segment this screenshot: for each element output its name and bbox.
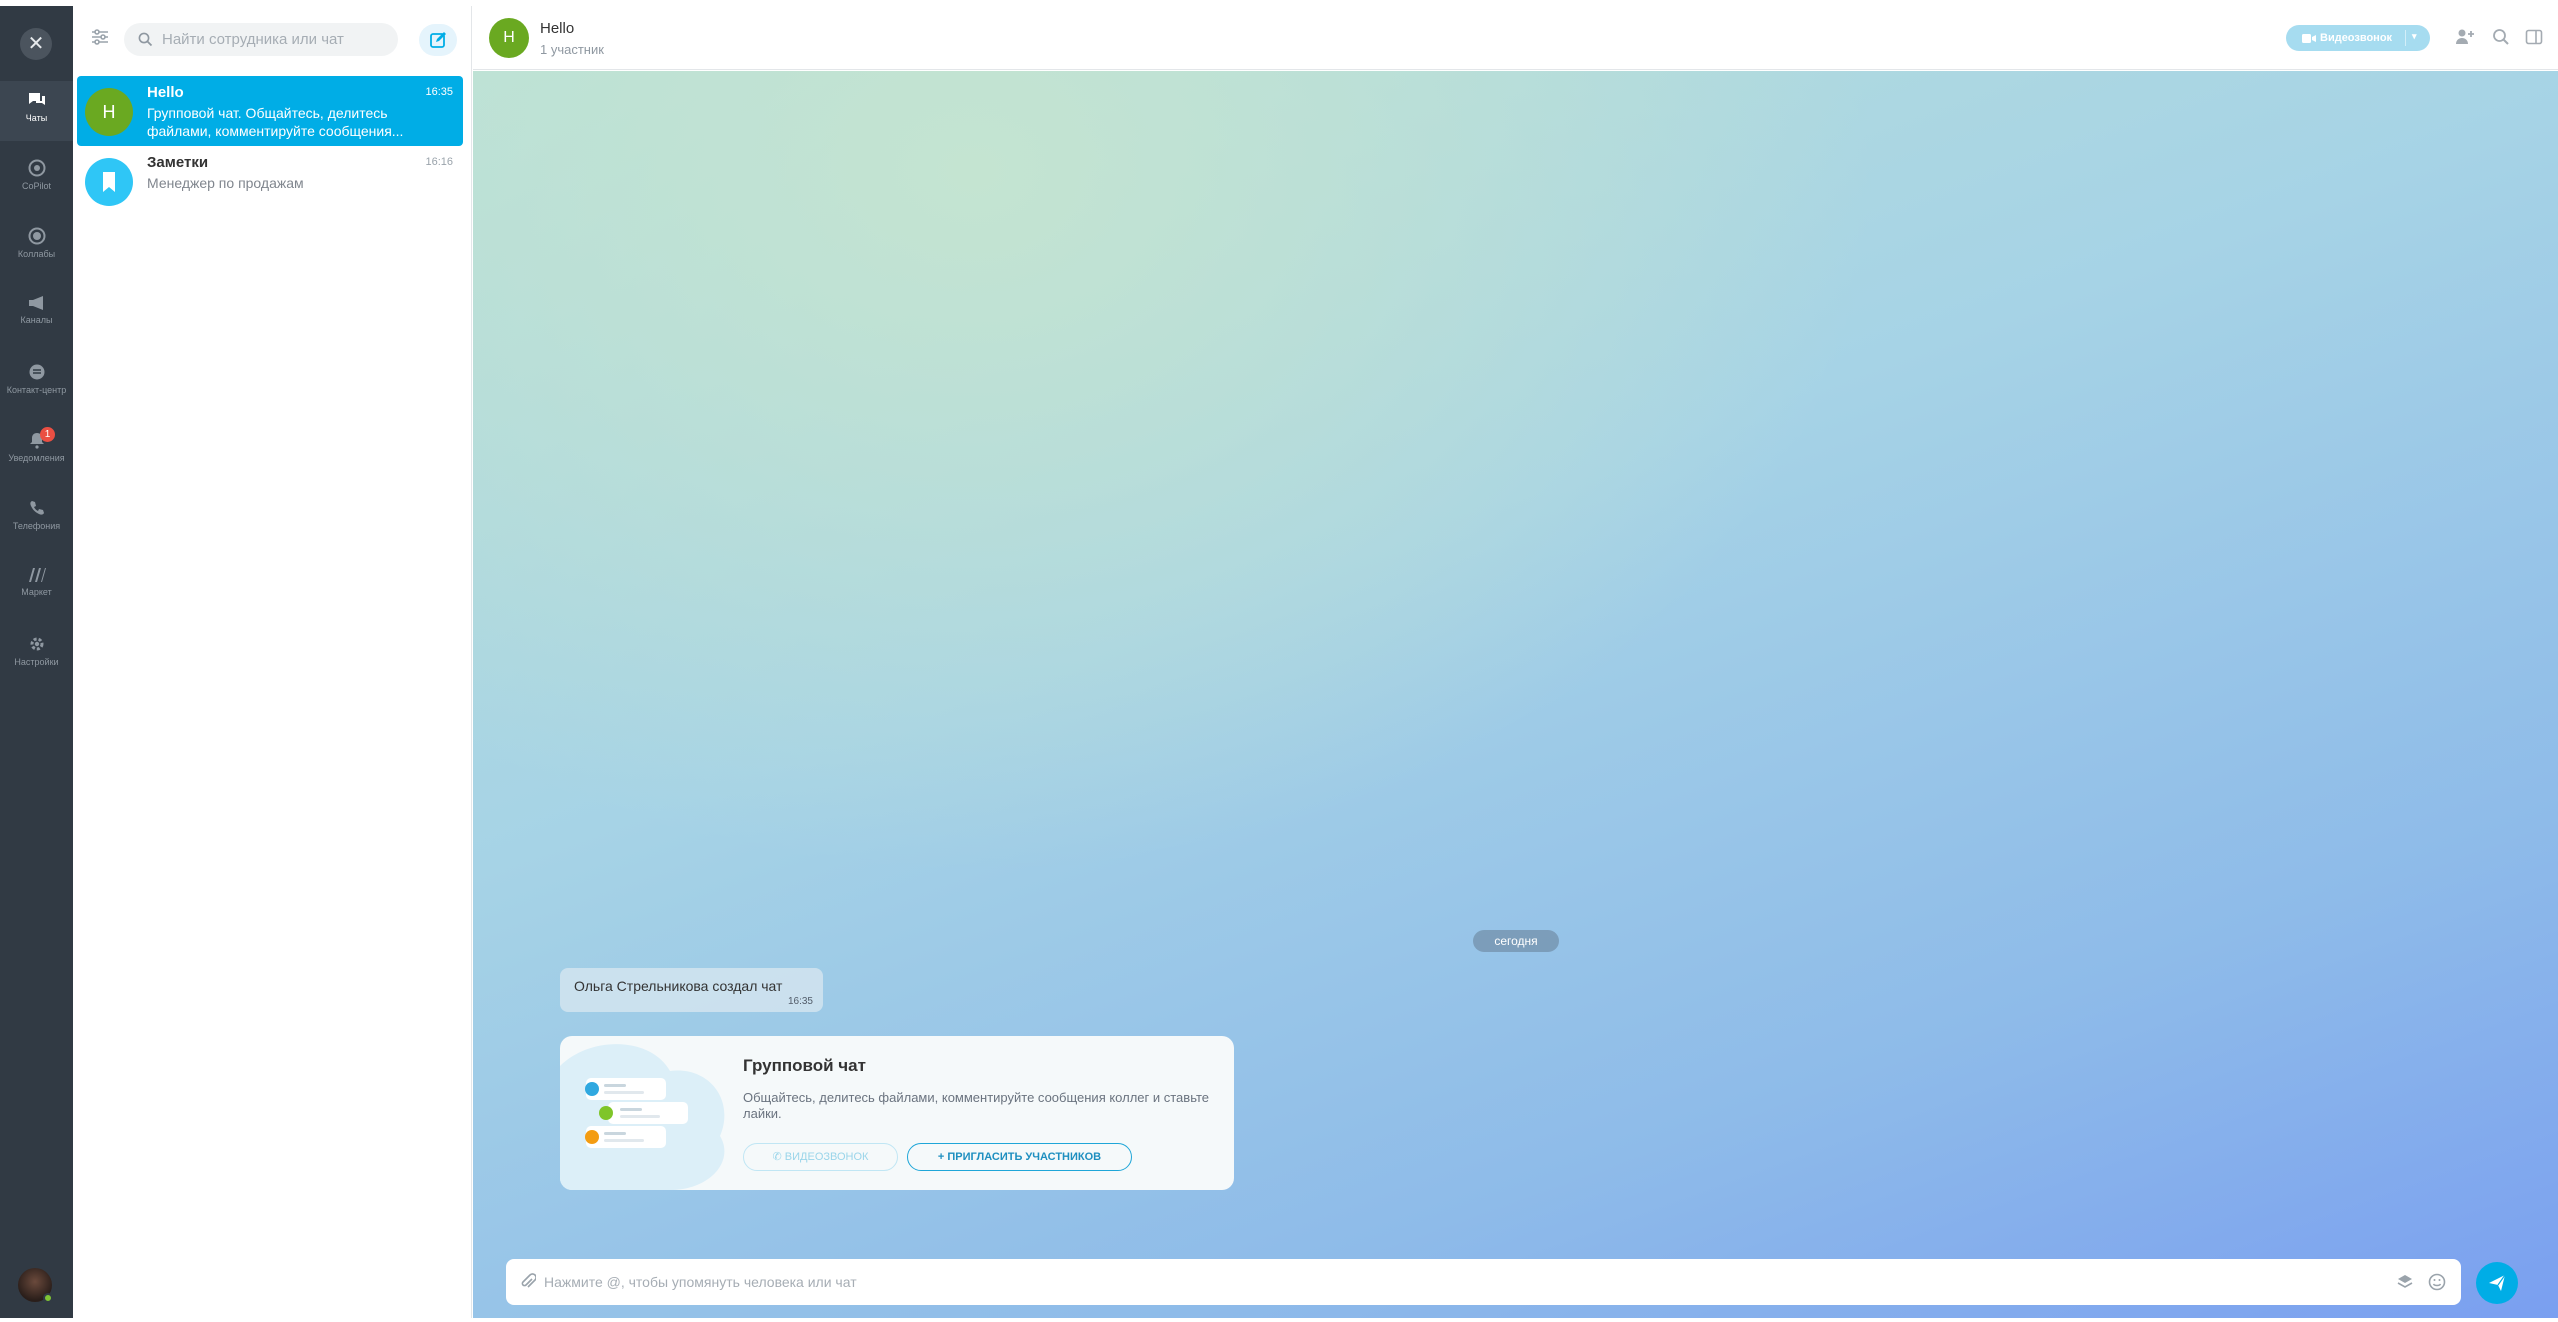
- rail-label-settings: Настройки: [14, 657, 59, 667]
- camera-icon: [2302, 34, 2316, 43]
- chat-main: H Hello 1 участник Видеозвонок ▾ сегодня…: [473, 6, 2558, 1318]
- filter-icon[interactable]: [89, 26, 113, 50]
- rail-label-market: Маркет: [21, 587, 52, 597]
- chat-time: 16:35: [425, 86, 453, 98]
- card-video-call-label: ВИДЕОЗВОНОК: [784, 1151, 869, 1163]
- invite-members-label: ПРИГЛАСИТЬ УЧАСТНИКОВ: [947, 1151, 1102, 1163]
- chat-bubbles-icon: [28, 93, 45, 105]
- paperclip-icon[interactable]: [520, 1273, 536, 1291]
- search-input[interactable]: [162, 23, 387, 56]
- rail-label-collabs: Коллабы: [17, 249, 56, 259]
- chevron-down-icon[interactable]: ▾: [2412, 31, 2417, 42]
- card-video-call-button[interactable]: ✆ ВИДЕОЗВОНОК: [743, 1143, 898, 1171]
- megaphone-icon: [28, 296, 43, 310]
- rail-label-chats: Чаты: [25, 113, 48, 123]
- online-status-dot: [43, 1293, 53, 1303]
- send-icon: [2489, 1274, 2506, 1291]
- rail-item-settings[interactable]: Настройки: [0, 625, 73, 685]
- new-chat-button[interactable]: [419, 24, 457, 56]
- rail-item-notifications[interactable]: 1 Уведомления: [0, 421, 73, 481]
- chat-list-panel: H Hello 16:35 Групповой чат. Общайтесь, …: [73, 6, 472, 1318]
- add-user-icon: +: [937, 1151, 948, 1163]
- rail-label-contact-center: Контакт-центр: [6, 385, 67, 395]
- layers-icon[interactable]: [2396, 1273, 2414, 1291]
- system-message-time: 16:35: [787, 996, 813, 1007]
- contact-center-icon: [29, 364, 44, 380]
- close-button[interactable]: ✕: [20, 28, 52, 60]
- market-icon: [28, 568, 46, 582]
- send-button[interactable]: [2476, 1262, 2518, 1304]
- user-avatar[interactable]: [18, 1268, 53, 1303]
- rail-label-copilot: CoPilot: [21, 181, 51, 191]
- rail-item-channels[interactable]: Каналы: [0, 285, 73, 345]
- notification-badge: 1: [40, 427, 55, 442]
- chat-title: Hello: [147, 84, 184, 101]
- system-message-text: Ольга Стрельникова создал чат: [574, 978, 783, 994]
- sidebar-toggle-icon[interactable]: [2525, 28, 2543, 51]
- copilot-icon: [28, 159, 45, 177]
- rail-item-market[interactable]: Маркет: [0, 557, 73, 617]
- collab-icon: [28, 227, 45, 245]
- message-composer: [506, 1259, 2461, 1305]
- chat-title: Заметки: [147, 154, 209, 171]
- chat-header-avatar[interactable]: H: [489, 18, 529, 58]
- chat-item-hello[interactable]: H Hello 16:35 Групповой чат. Общайтесь, …: [77, 76, 463, 146]
- chat-preview: Групповой чат. Общайтесь, делитесь файла…: [147, 105, 404, 139]
- chat-time: 16:16: [425, 156, 453, 168]
- chat-header-title[interactable]: Hello: [540, 20, 574, 37]
- phone-icon: [29, 501, 44, 515]
- rail-label-notifications: Уведомления: [8, 453, 65, 463]
- chat-header: H Hello 1 участник Видеозвонок ▾: [473, 6, 2558, 70]
- smile-icon[interactable]: [2428, 1273, 2446, 1291]
- left-rail: ✕ Чаты CoPilot Коллабы Каналы Контакт-це…: [0, 6, 73, 1318]
- invite-members-button[interactable]: + ПРИГЛАСИТЬ УЧАСТНИКОВ: [907, 1143, 1132, 1171]
- add-user-icon[interactable]: [2455, 28, 2475, 51]
- rail-label-channels: Каналы: [20, 315, 53, 325]
- search-box: [124, 23, 398, 56]
- video-call-button[interactable]: Видеозвонок ▾: [2286, 25, 2430, 51]
- rail-item-contact-center[interactable]: Контакт-центр: [0, 353, 73, 413]
- search-icon[interactable]: [2492, 28, 2510, 51]
- card-description: Общайтесь, делитесь файлами, комментируй…: [743, 1090, 1209, 1121]
- phone-icon: ✆: [772, 1151, 785, 1163]
- system-message: Ольга Стрельникова создал чат 16:35: [560, 968, 823, 1012]
- chat-illustration: [560, 1044, 725, 1190]
- rail-item-chats[interactable]: Чаты: [0, 81, 73, 141]
- bookmark-icon: [103, 172, 115, 192]
- video-call-divider: [2405, 30, 2406, 46]
- video-call-label: Видеозвонок: [2320, 32, 2393, 44]
- chat-avatar: [85, 158, 133, 206]
- date-separator: сегодня: [1473, 930, 1559, 952]
- chat-item-notes[interactable]: Заметки 16:16 Менеджер по продажам: [77, 146, 463, 216]
- rail-item-collabs[interactable]: Коллабы: [0, 217, 73, 277]
- rail-item-copilot[interactable]: CoPilot: [0, 149, 73, 209]
- message-input[interactable]: [544, 1259, 2364, 1305]
- chat-header-members[interactable]: 1 участник: [540, 42, 604, 57]
- chat-list-toolbar: [73, 6, 472, 68]
- gear-icon: [30, 637, 43, 651]
- card-title: Групповой чат: [743, 1056, 866, 1075]
- chat-avatar: H: [85, 88, 133, 136]
- compose-icon: [430, 32, 446, 48]
- rail-label-telephony: Телефония: [12, 521, 61, 531]
- group-chat-intro-card: Групповой чат Общайтесь, делитесь файлам…: [560, 1036, 1234, 1190]
- chat-preview: Менеджер по продажам: [147, 175, 304, 191]
- search-icon: [138, 32, 153, 47]
- rail-item-telephony[interactable]: Телефония: [0, 489, 73, 549]
